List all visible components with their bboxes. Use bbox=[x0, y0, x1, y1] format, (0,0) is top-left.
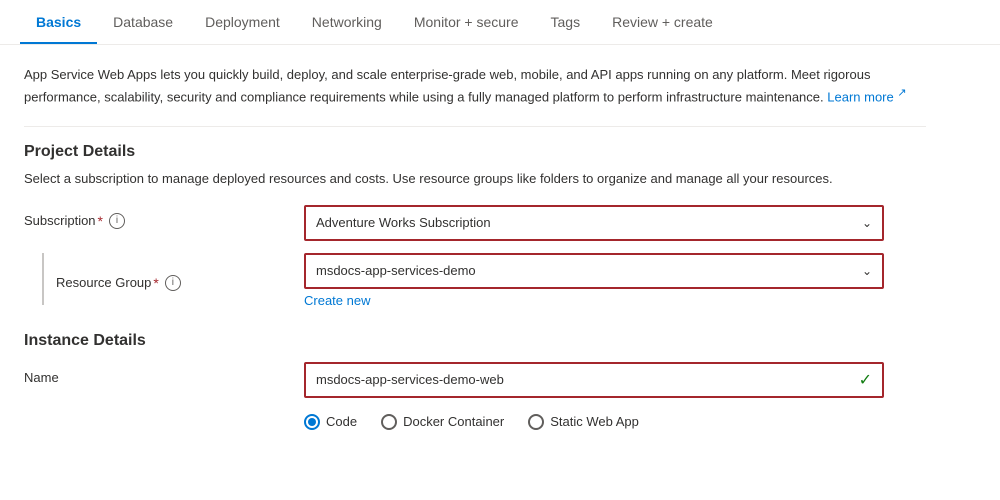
subscription-control-col: Adventure Works Subscription ⌄ bbox=[304, 205, 884, 241]
resource-group-info-icon[interactable]: i bbox=[165, 275, 181, 291]
tab-monitor[interactable]: Monitor + secure bbox=[398, 0, 535, 44]
resource-group-dropdown[interactable]: msdocs-app-services-demo ⌄ bbox=[304, 253, 884, 289]
name-row: Name msdocs-app-services-demo-web ✓ bbox=[24, 362, 926, 398]
tab-navigation: Basics Database Deployment Networking Mo… bbox=[0, 0, 1000, 45]
subscription-label: Subscription bbox=[24, 213, 96, 228]
subscription-label-col: Subscription * i bbox=[24, 205, 304, 229]
radio-docker-circle bbox=[381, 414, 397, 430]
tab-deployment[interactable]: Deployment bbox=[189, 0, 296, 44]
tab-tags[interactable]: Tags bbox=[535, 0, 597, 44]
indent-line bbox=[42, 253, 44, 305]
resource-group-row: Resource Group * i msdocs-app-services-d… bbox=[24, 253, 926, 308]
check-icon: ✓ bbox=[859, 370, 872, 390]
tab-networking[interactable]: Networking bbox=[296, 0, 398, 44]
project-details-description: Select a subscription to manage deployed… bbox=[24, 169, 926, 189]
name-value: msdocs-app-services-demo-web bbox=[316, 372, 504, 387]
radio-static-circle bbox=[528, 414, 544, 430]
resource-group-label-col: Resource Group * i bbox=[24, 253, 304, 305]
radio-code-circle bbox=[304, 414, 320, 430]
radio-docker-label: Docker Container bbox=[403, 414, 504, 429]
publish-option-docker[interactable]: Docker Container bbox=[381, 414, 504, 430]
publish-option-static[interactable]: Static Web App bbox=[528, 414, 639, 430]
subscription-value: Adventure Works Subscription bbox=[316, 215, 491, 230]
name-label: Name bbox=[24, 370, 59, 385]
main-content: App Service Web Apps lets you quickly bu… bbox=[0, 45, 950, 450]
divider-1 bbox=[24, 126, 926, 127]
tab-review[interactable]: Review + create bbox=[596, 0, 729, 44]
create-new-link[interactable]: Create new bbox=[304, 293, 370, 308]
project-details-section: Project Details Select a subscription to… bbox=[24, 143, 926, 308]
name-label-col: Name bbox=[24, 362, 304, 385]
publish-radio-row: Code Docker Container Static Web App bbox=[24, 414, 926, 430]
resource-group-required-star: * bbox=[153, 275, 158, 291]
radio-static-label: Static Web App bbox=[550, 414, 639, 429]
resource-group-chevron-icon: ⌄ bbox=[862, 264, 872, 278]
external-link-icon: ↗ bbox=[897, 87, 906, 99]
project-details-heading: Project Details bbox=[24, 143, 926, 161]
resource-group-label: Resource Group bbox=[56, 275, 151, 290]
name-input[interactable]: msdocs-app-services-demo-web ✓ bbox=[304, 362, 884, 398]
instance-details-heading: Instance Details bbox=[24, 332, 926, 350]
resource-group-value: msdocs-app-services-demo bbox=[316, 263, 476, 278]
learn-more-link[interactable]: Learn more bbox=[827, 89, 893, 104]
subscription-row: Subscription * i Adventure Works Subscri… bbox=[24, 205, 926, 241]
app-description: App Service Web Apps lets you quickly bu… bbox=[24, 65, 926, 106]
subscription-required-star: * bbox=[98, 213, 103, 229]
instance-details-section: Instance Details Name msdocs-app-service… bbox=[24, 332, 926, 430]
name-control-col: msdocs-app-services-demo-web ✓ bbox=[304, 362, 884, 398]
tab-basics[interactable]: Basics bbox=[20, 0, 97, 44]
subscription-info-icon[interactable]: i bbox=[109, 213, 125, 229]
subscription-chevron-icon: ⌄ bbox=[862, 216, 872, 230]
radio-code-label: Code bbox=[326, 414, 357, 429]
publish-option-code[interactable]: Code bbox=[304, 414, 357, 430]
resource-group-control-col: msdocs-app-services-demo ⌄ Create new bbox=[304, 253, 884, 308]
tab-database[interactable]: Database bbox=[97, 0, 189, 44]
subscription-dropdown[interactable]: Adventure Works Subscription ⌄ bbox=[304, 205, 884, 241]
